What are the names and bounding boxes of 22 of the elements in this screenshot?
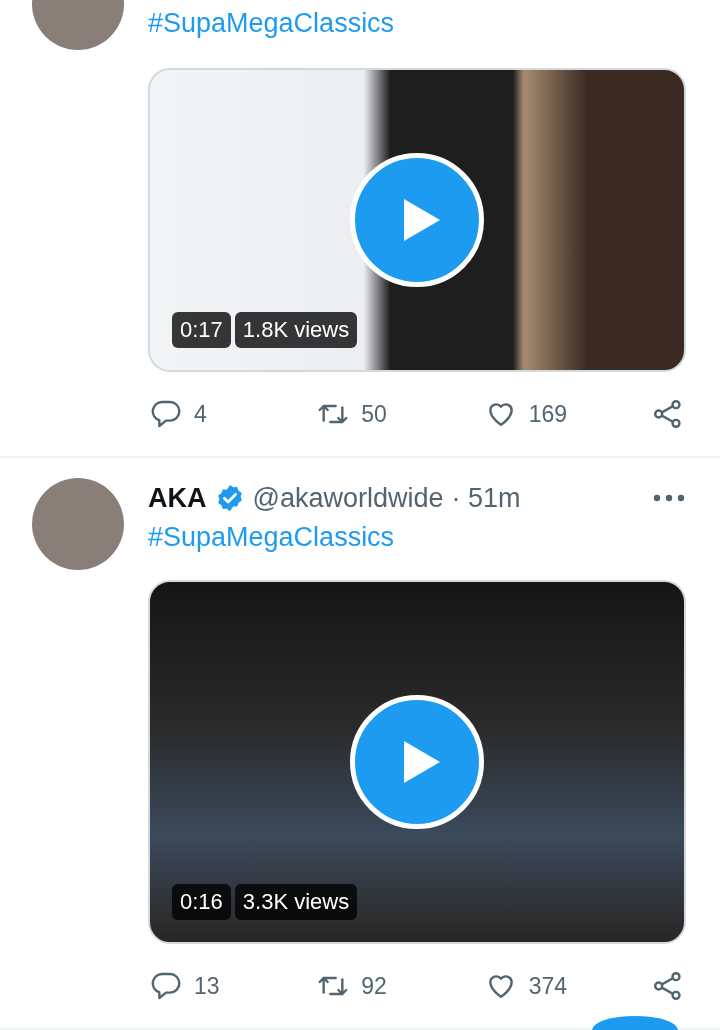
share-icon[interactable] (652, 398, 684, 430)
like-count: 169 (528, 400, 568, 428)
video-duration: 0:16 (172, 884, 231, 920)
view-count: 1.8K views (234, 312, 358, 348)
like-count: 374 (528, 972, 568, 1000)
play-icon (402, 197, 442, 243)
author-name[interactable]: AKA (148, 482, 207, 514)
video-duration: 0:17 (172, 312, 231, 348)
view-count: 3.3K views (234, 884, 358, 920)
reply-count: 13 (194, 972, 220, 1000)
reply-icon[interactable] (150, 970, 182, 1002)
reply-count: 4 (194, 400, 207, 428)
retweet-count: 92 (361, 972, 387, 1000)
user-handle[interactable]: @akaworldwide (252, 482, 444, 514)
play-icon (402, 739, 442, 785)
retweet-count: 50 (361, 400, 387, 428)
video-thumbnail[interactable]: 0:16 3.3K views (148, 580, 686, 944)
video-thumbnail[interactable]: 0:17 1.8K views (148, 68, 686, 372)
more-options-icon[interactable] (652, 493, 686, 503)
reply-icon[interactable] (150, 398, 182, 430)
timestamp[interactable]: · 51m (451, 482, 521, 514)
share-icon[interactable] (652, 970, 684, 1002)
